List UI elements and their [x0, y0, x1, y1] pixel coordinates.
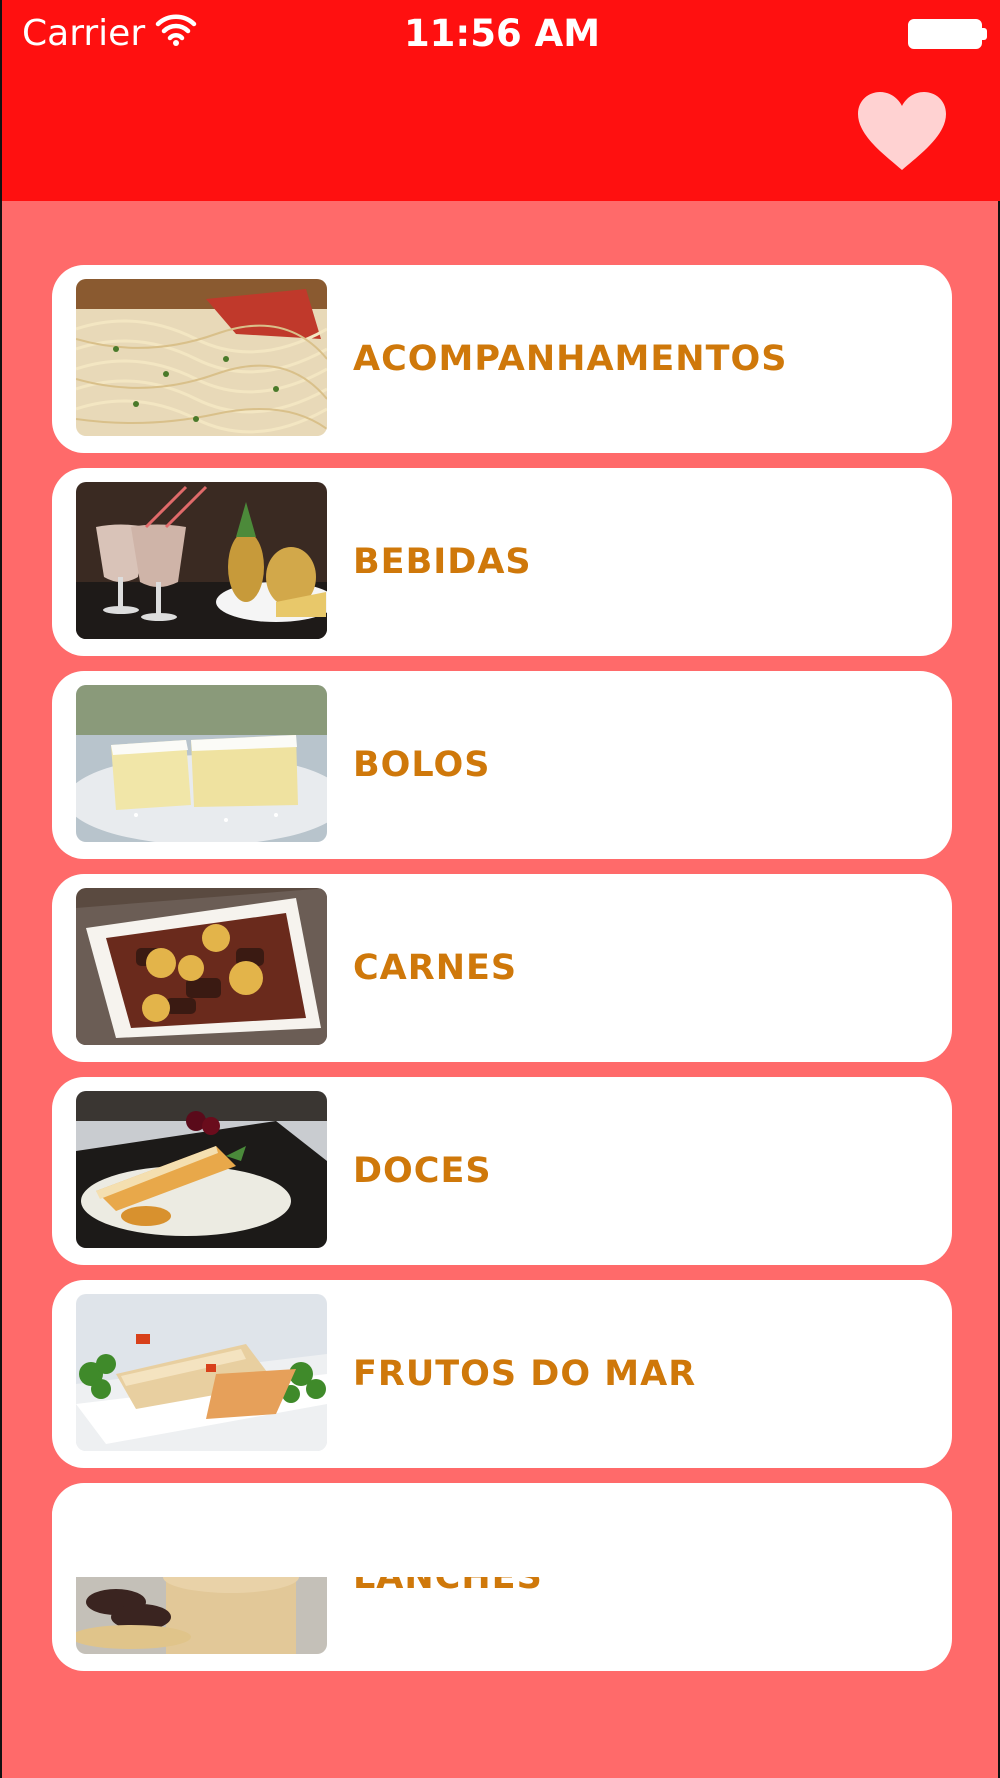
- cake-thumbnail: [76, 685, 327, 842]
- category-label: BOLOS: [353, 745, 491, 785]
- category-label: ACOMPANHAMENTOS: [353, 339, 788, 379]
- drinks-thumbnail: [76, 482, 327, 639]
- category-card-carnes[interactable]: CARNES: [52, 874, 952, 1062]
- navigation-bar: Carrier 11:56 AM: [2, 0, 1000, 201]
- status-bar: Carrier 11:56 AM: [2, 0, 1000, 68]
- dessert-thumbnail: [76, 1091, 327, 1248]
- category-label: CARNES: [353, 948, 518, 988]
- category-card-frutos-do-mar[interactable]: FRUTOS DO MAR: [52, 1280, 952, 1468]
- category-card-acompanhamentos[interactable]: ACOMPANHAMENTOS: [52, 265, 952, 453]
- category-card-bebidas[interactable]: BEBIDAS: [52, 468, 952, 656]
- meat-thumbnail: [76, 888, 327, 1045]
- battery-tip: [982, 28, 987, 40]
- favorites-heart-button[interactable]: [856, 90, 948, 174]
- heart-icon: [858, 92, 946, 170]
- category-label: FRUTOS DO MAR: [353, 1354, 697, 1394]
- category-label: BEBIDAS: [353, 542, 532, 582]
- category-card-bolos[interactable]: BOLOS: [52, 671, 952, 859]
- seafood-thumbnail: [76, 1294, 327, 1451]
- pasta-thumbnail: [76, 279, 327, 436]
- category-card-partial[interactable]: [52, 1484, 952, 1577]
- category-card-doces[interactable]: DOCES: [52, 1077, 952, 1265]
- battery-icon: [908, 19, 982, 49]
- category-label: DOCES: [353, 1151, 492, 1191]
- clock: 11:56 AM: [403, 12, 601, 55]
